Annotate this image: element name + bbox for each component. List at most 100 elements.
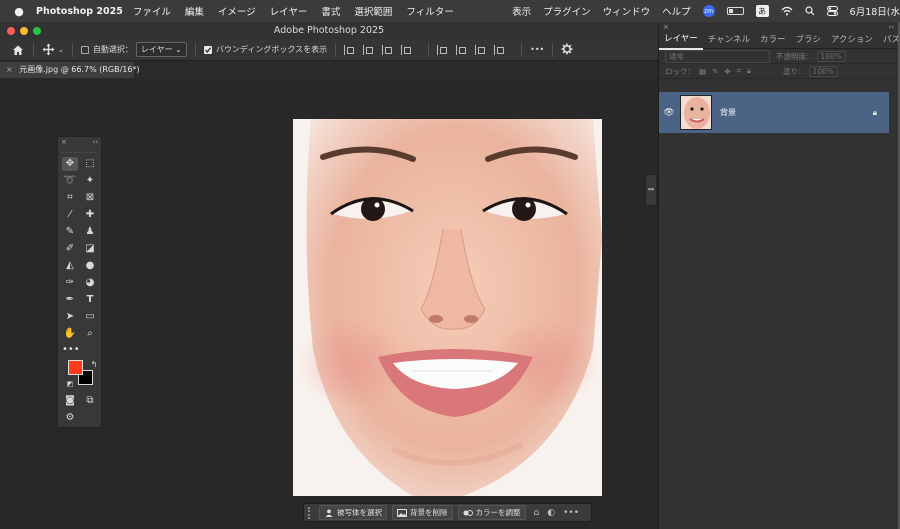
tab-color[interactable]: カラー — [755, 32, 791, 49]
window-minimize-button[interactable] — [20, 27, 28, 35]
align-vertical-center-icon[interactable] — [456, 44, 467, 55]
eye-icon[interactable]: 👁︎ — [659, 108, 679, 118]
transform-icon[interactable]: ⌂ — [534, 508, 540, 518]
control-center-icon[interactable] — [826, 6, 838, 16]
marquee-tool-icon[interactable]: ⬚ — [82, 157, 98, 171]
blur-tool-icon[interactable]: ● — [82, 259, 98, 273]
more-tools-button[interactable]: ••• — [62, 343, 80, 357]
paint-bucket-tool-icon[interactable]: ◭ — [62, 259, 78, 273]
lasso-tool-icon[interactable]: ➰ — [62, 174, 78, 188]
align-left-icon[interactable] — [344, 44, 355, 55]
menu-layer[interactable]: レイヤー — [270, 4, 308, 18]
app-menu[interactable]: Photoshop 2025 — [36, 6, 123, 17]
crop-tool-icon[interactable]: ⌗ — [62, 191, 78, 205]
wifi-icon[interactable] — [781, 6, 793, 16]
distribute-horizontal-icon[interactable] — [401, 44, 412, 55]
menubar-clock[interactable]: 6月18日(水 — [850, 4, 900, 18]
tab-actions[interactable]: アクション — [826, 32, 878, 49]
quick-mask-icon[interactable]: ◙ — [62, 394, 78, 408]
menu-type[interactable]: 書式 — [321, 4, 340, 18]
battery-icon[interactable] — [726, 7, 744, 15]
type-tool-icon[interactable]: T — [82, 293, 98, 307]
layer-lock-icon[interactable]: 🔒︎ — [873, 108, 877, 118]
move-tool-preset-icon[interactable]: ⌄ — [42, 43, 64, 56]
collapsed-panel-dock[interactable]: ⦁⦁ — [645, 174, 657, 206]
menu-file[interactable]: ファイル — [133, 4, 171, 18]
menu-help[interactable]: ヘルプ — [662, 4, 691, 18]
eyedropper-tool-icon[interactable]: ⁄ — [62, 208, 78, 222]
home-icon[interactable] — [11, 43, 25, 57]
zoom-app-icon[interactable]: zm — [702, 5, 715, 17]
align-bottom-icon[interactable] — [475, 44, 486, 55]
tab-channels[interactable]: チャンネル — [703, 32, 755, 49]
tools-grip[interactable] — [61, 147, 98, 153]
edit-toolbar-icon[interactable]: ⚙ — [62, 411, 78, 425]
sponge-tool-icon[interactable]: ◕ — [82, 276, 98, 290]
tab-paths[interactable]: パス — [878, 32, 900, 49]
opacity-field[interactable]: 100% — [816, 50, 846, 62]
history-brush-tool-icon[interactable]: ✐ — [62, 242, 78, 256]
fill-field[interactable]: 100% — [808, 65, 838, 77]
layer-row[interactable]: 👁︎ 背景 🔒︎ — [659, 92, 889, 133]
screen-mode-icon[interactable]: ⧉ — [82, 394, 98, 408]
taskbar-grip[interactable] — [308, 506, 314, 519]
apple-menu-icon[interactable]: ● — [12, 5, 26, 18]
menu-image[interactable]: イメージ — [218, 4, 256, 18]
menu-window[interactable]: ウィンドウ — [603, 4, 651, 18]
document-tab[interactable]: × 元画像.jpg @ 66.7% (RGB/16*) — [0, 62, 140, 78]
frame-tool-icon[interactable]: ⊠ — [82, 191, 98, 205]
bounding-box-checkbox[interactable] — [203, 45, 212, 54]
menu-plugins[interactable]: プラグイン — [543, 4, 591, 18]
tab-layers[interactable]: レイヤー — [659, 31, 703, 50]
adjustment-layer-icon[interactable]: ◐ — [547, 508, 555, 518]
default-colors-icon[interactable]: ◩ — [62, 377, 78, 391]
window-zoom-button[interactable] — [33, 27, 41, 35]
fill-label: 塗り： — [783, 66, 806, 76]
brush-tool-icon[interactable]: ✎ — [62, 225, 78, 239]
swap-colors-icon[interactable]: ↰ — [86, 358, 102, 372]
close-icon[interactable]: × — [6, 65, 13, 74]
document-image[interactable] — [293, 119, 602, 496]
menu-edit[interactable]: 編集 — [185, 4, 204, 18]
move-tool-icon[interactable]: ✥ — [62, 157, 78, 171]
magic-wand-tool-icon[interactable]: ✦ — [82, 174, 98, 188]
window-close-button[interactable] — [7, 27, 15, 35]
layers-panel-collapse-button[interactable]: ‹‹ — [888, 22, 894, 32]
pen-tool-icon[interactable]: ✒ — [62, 293, 78, 307]
menu-select[interactable]: 選択範囲 — [354, 4, 392, 18]
align-right-icon[interactable] — [382, 44, 393, 55]
dodge-tool-icon[interactable]: ✑ — [62, 276, 78, 290]
align-top-icon[interactable] — [437, 44, 448, 55]
input-method-icon[interactable]: あ — [755, 5, 769, 17]
healing-brush-tool-icon[interactable]: ✚ — [82, 208, 98, 222]
auto-select-checkbox[interactable] — [80, 45, 89, 54]
more-options-button[interactable]: ••• — [530, 45, 544, 54]
clone-stamp-tool-icon[interactable]: ♟ — [82, 225, 98, 239]
tools-close-button[interactable]: × — [61, 137, 67, 147]
hand-tool-icon[interactable]: ✋ — [62, 327, 78, 341]
select-subject-button[interactable]: 被写体を選択 — [319, 505, 387, 520]
more-options-icon[interactable]: ••• — [563, 508, 579, 518]
zoom-tool-icon[interactable]: ⌕ — [82, 327, 98, 341]
align-horizontal-center-icon[interactable] — [363, 44, 374, 55]
lock-artboard-icon[interactable]: ⌗ — [737, 66, 741, 76]
remove-background-button[interactable]: 背景を削除 — [392, 505, 453, 520]
distribute-vertical-icon[interactable] — [494, 44, 505, 55]
menu-filter[interactable]: フィルター — [406, 4, 453, 18]
path-selection-tool-icon[interactable]: ➤ — [62, 310, 78, 324]
tab-brushes[interactable]: ブラシ — [791, 32, 826, 49]
lock-position-icon[interactable]: ✥ — [724, 67, 730, 76]
tools-collapse-button[interactable]: ‹‹ — [92, 137, 98, 147]
eraser-tool-icon[interactable]: ◪ — [82, 242, 98, 256]
menu-view[interactable]: 表示 — [512, 4, 531, 18]
auto-select-dropdown[interactable]: レイヤー ⌄ — [135, 42, 187, 57]
rectangle-tool-icon[interactable]: ▭ — [82, 310, 98, 324]
foreground-color-swatch[interactable] — [68, 360, 83, 375]
gear-icon[interactable] — [561, 43, 573, 57]
lock-image-icon[interactable]: ✎ — [712, 67, 718, 76]
blend-mode-dropdown[interactable]: 通常 — [665, 49, 770, 63]
lock-transparency-icon[interactable]: ▦ — [699, 67, 706, 76]
lock-all-icon[interactable]: 🔒︎ — [747, 66, 751, 76]
search-icon[interactable] — [805, 6, 815, 16]
adjust-color-button[interactable]: カラーを調整 — [457, 505, 526, 520]
